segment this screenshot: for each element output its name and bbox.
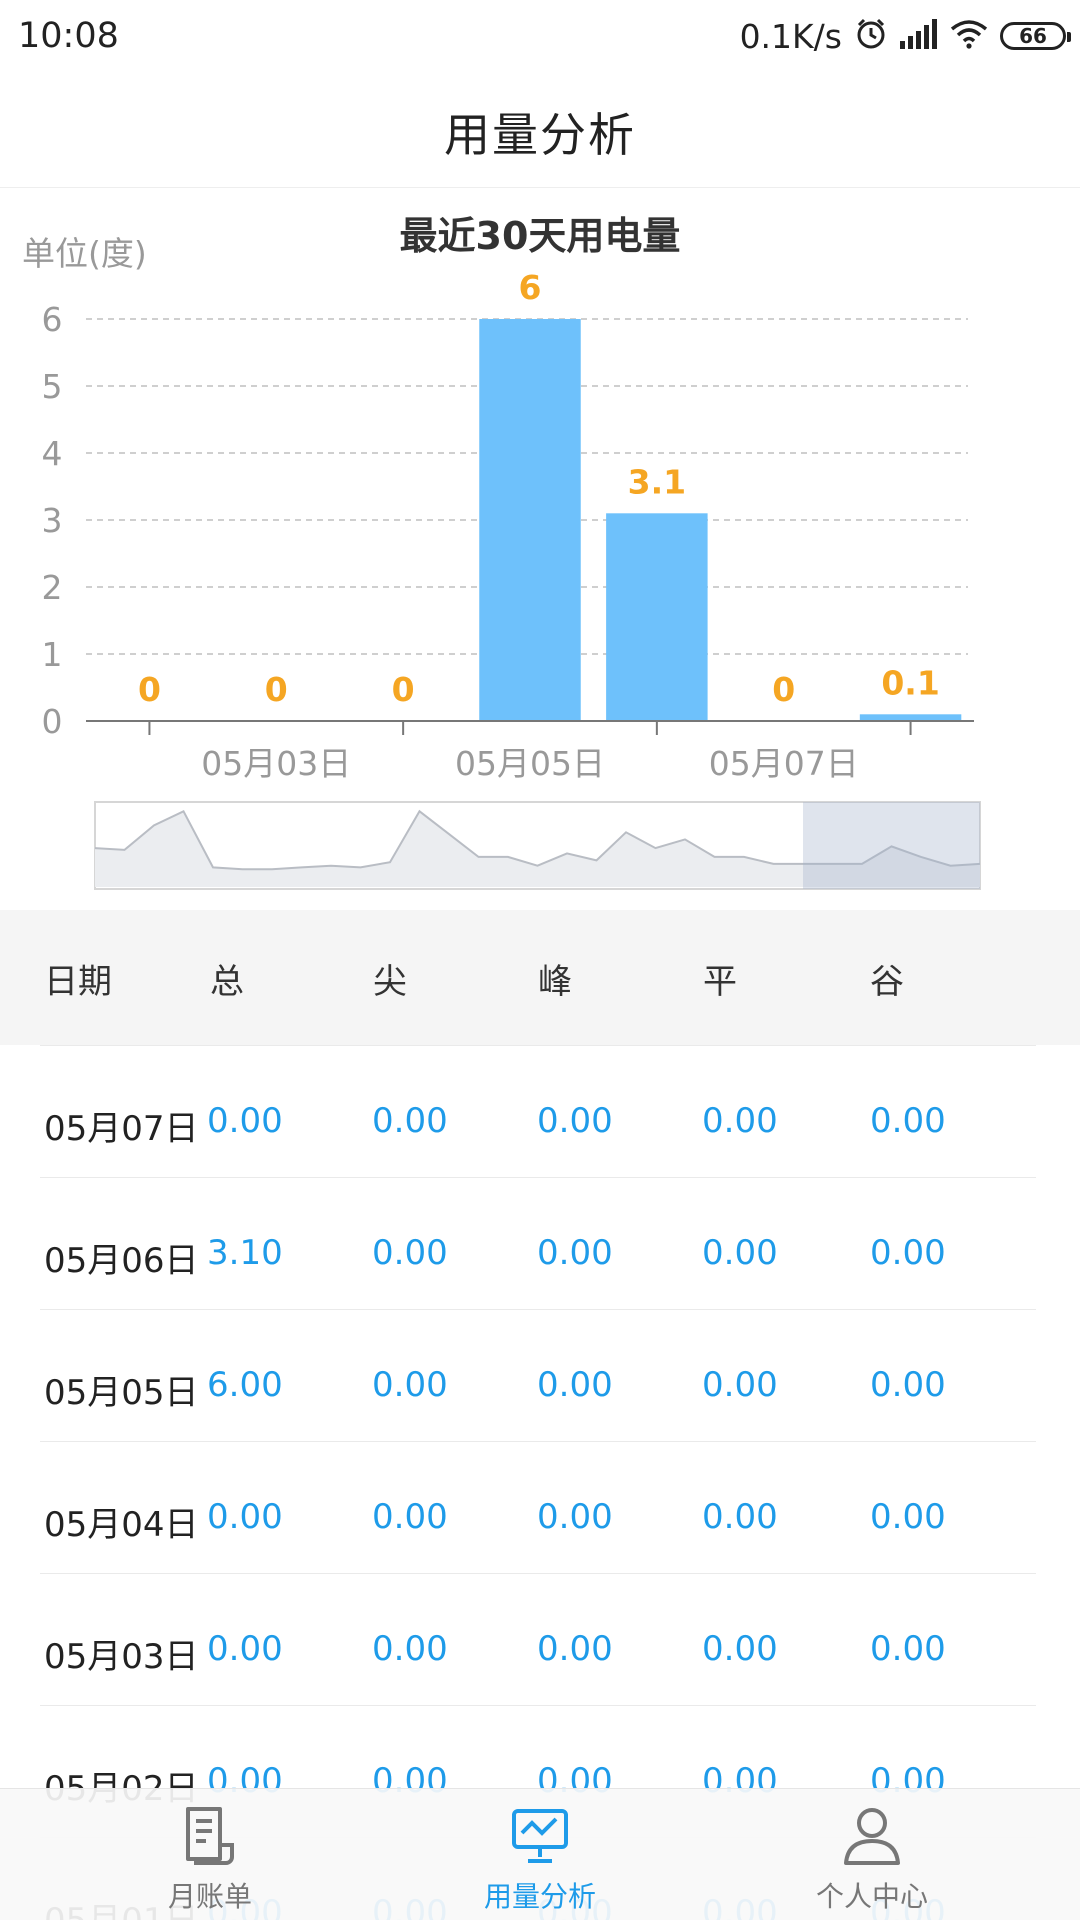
table-row[interactable]: 05月05日 6.00 0.00 0.00 0.00 0.00 [0,1309,1080,1441]
table-row[interactable]: 05月03日 0.00 0.00 0.00 0.00 0.00 [0,1573,1080,1705]
y-tick-label: 2 [42,568,63,607]
row-divider [40,1705,1036,1706]
header-sharp: 尖 [373,962,407,1002]
cell-peak: 0.00 [537,1629,613,1669]
chart-svg: 最近30天用电量 单位(度) 0 1 2 3 4 5 6 0 0 0 6 3.1 0 0.1 05月03… [22,214,981,890]
cell-sharp: 0.00 [372,1497,448,1537]
cell-valley: 0.00 [870,1497,946,1537]
status-bar: 10:08 0.1K/s 66 [0,0,1080,76]
cell-date: 05月05日 [44,1373,199,1413]
table-row[interactable]: 05月07日 0.00 0.00 0.00 0.00 0.00 [0,1045,1080,1177]
header-flat: 平 [703,962,737,1002]
battery-icon: 66 [1000,22,1071,50]
cell-date: 05月06日 [44,1241,199,1281]
signal-icon [900,19,938,53]
cell-peak: 0.00 [537,1233,613,1273]
chart-title: 最近30天用电量 [400,214,681,258]
bar [606,513,708,721]
usage-chart: 最近30天用电量 单位(度) 0 1 2 3 4 5 6 0 0 0 6 3.1 0 0.1 05月03… [0,189,1080,909]
row-divider [40,1045,1036,1046]
wifi-icon [950,19,988,53]
header-peak: 峰 [538,962,572,1002]
header-total: 总 [210,962,244,1002]
table-row[interactable]: 05月06日 3.10 0.00 0.00 0.00 0.00 [0,1177,1080,1309]
cell-flat: 0.00 [702,1629,778,1669]
cell-flat: 0.00 [702,1365,778,1405]
cell-total: 6.00 [207,1365,283,1405]
tab-profile-label: 个人中心 [815,1880,928,1913]
bar-value-label: 6 [519,268,542,307]
tab-analysis[interactable]: 用量分析 [440,1789,640,1920]
chart-unit-label: 单位(度) [22,234,147,273]
cell-date: 05月03日 [44,1637,199,1677]
cell-total: 3.10 [207,1233,283,1273]
cell-sharp: 0.00 [372,1365,448,1405]
x-tick-label: 05月05日 [455,744,605,783]
table-header: 日期 总 尖 峰 平 谷 [0,910,1080,1045]
row-divider [40,1573,1036,1574]
alarm-icon [854,17,888,55]
y-tick-label: 4 [42,434,63,473]
bottom-tab-bar: 月账单 用量分析 个人中心 [0,1788,1080,1920]
bar-value-label: 3.1 [628,462,686,501]
row-divider [40,1441,1036,1442]
cell-peak: 0.00 [537,1101,613,1141]
bar-value-label: 0 [772,670,795,709]
header-valley: 谷 [870,962,904,1002]
cell-valley: 0.00 [870,1365,946,1405]
bar-value-label: 0 [392,670,415,709]
cell-flat: 0.00 [702,1233,778,1273]
cell-date: 05月04日 [44,1505,199,1545]
y-tick-label: 3 [42,501,63,540]
x-axis: 05月03日 05月05日 05月07日 [86,720,974,783]
x-tick-label: 05月03日 [201,744,351,783]
cell-flat: 0.00 [702,1497,778,1537]
status-time: 10:08 [18,16,119,56]
header-date: 日期 [44,962,112,1002]
network-speed: 0.1K/s [739,16,842,56]
cell-sharp: 0.00 [372,1101,448,1141]
cell-total: 0.00 [207,1101,283,1141]
y-tick-label: 5 [42,367,63,406]
bar-value-label: 0 [138,670,161,709]
tab-bill[interactable]: 月账单 [110,1789,310,1920]
cell-total: 0.00 [207,1629,283,1669]
status-indicators: 0.1K/s 66 [739,14,1071,58]
y-axis: 0 1 2 3 4 5 6 [42,300,63,741]
bar [479,319,581,721]
table-row[interactable]: 05月04日 0.00 0.00 0.00 0.00 0.00 [0,1441,1080,1573]
cell-sharp: 0.00 [372,1233,448,1273]
tab-profile[interactable]: 个人中心 [772,1789,972,1920]
page-title: 用量分析 [444,107,636,162]
bar-value-label: 0 [265,670,288,709]
row-divider [40,1309,1036,1310]
cell-peak: 0.00 [537,1365,613,1405]
y-tick-label: 6 [42,300,63,339]
cell-total: 0.00 [207,1497,283,1537]
cell-flat: 0.00 [702,1101,778,1141]
overview-selection-window [803,802,980,889]
y-tick-label: 1 [42,635,63,674]
bar [859,714,962,721]
y-tick-label: 0 [42,702,63,741]
cell-date: 05月07日 [44,1109,199,1149]
bar-value-label: 0.1 [881,663,939,702]
tab-bill-label: 月账单 [167,1880,252,1913]
cell-peak: 0.00 [537,1497,613,1537]
chart-overview-slider[interactable] [94,801,981,890]
cell-valley: 0.00 [870,1233,946,1273]
app-header: 用量分析 [0,76,1080,188]
x-tick-label: 05月07日 [709,744,859,783]
tab-analysis-label: 用量分析 [483,1880,596,1913]
cell-valley: 0.00 [870,1629,946,1669]
row-divider [40,1177,1036,1178]
cell-sharp: 0.00 [372,1629,448,1669]
cell-valley: 0.00 [870,1101,946,1141]
